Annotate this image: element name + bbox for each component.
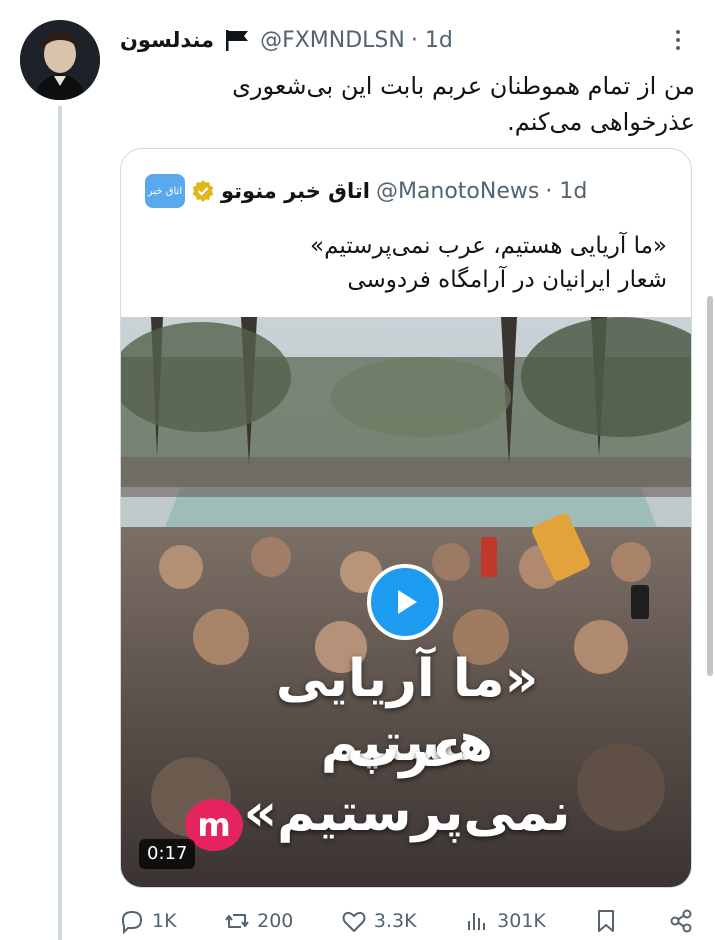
quoted-text-line: شعار ایرانیان در آرامگاه فردوسی bbox=[347, 267, 667, 293]
video-overlay-line: عرب نمی‌پرستیم» bbox=[243, 719, 571, 843]
like-icon bbox=[342, 911, 366, 932]
video-duration: 0:17 bbox=[139, 839, 196, 869]
play-icon[interactable] bbox=[367, 564, 443, 640]
author-name[interactable]: مندلسون bbox=[120, 28, 214, 52]
repost-icon bbox=[225, 914, 249, 928]
quoted-avatar[interactable]: اتاق خبر bbox=[145, 174, 185, 208]
quoted-avatar-text: اتاق خبر bbox=[147, 185, 183, 197]
quoted-author-name: اتاق خبر منوتو bbox=[221, 179, 370, 203]
flag-icon bbox=[224, 29, 250, 51]
tweet-text-line: من از تمام هموطنان عربم بابت این بی‌شعور… bbox=[232, 72, 695, 100]
quoted-tweet[interactable]: اتاق خبر اتاق خبر منوتو @ManotoNews · 1d… bbox=[120, 148, 692, 888]
more-icon[interactable] bbox=[668, 26, 688, 54]
bookmark-button[interactable] bbox=[592, 907, 620, 935]
tweet-text: من از تمام هموطنان عربم بابت این بی‌شعور… bbox=[118, 68, 695, 140]
verified-icon bbox=[191, 179, 215, 203]
author-handle[interactable]: @FXMNDLSN bbox=[260, 28, 405, 53]
reply-icon bbox=[121, 910, 143, 935]
repost-count: 200 bbox=[257, 910, 294, 932]
bookmark-icon bbox=[598, 910, 615, 932]
quoted-tweet-time: · 1d bbox=[545, 178, 588, 204]
tweet-time[interactable]: · 1d bbox=[411, 28, 453, 53]
views-button[interactable]: 301K bbox=[463, 907, 546, 935]
tweet-header: مندلسون @FXMNDLSN · 1d bbox=[120, 24, 453, 56]
tweet-text-line: عذرخواهی می‌کنم. bbox=[507, 108, 695, 136]
views-count: 301K bbox=[497, 910, 546, 932]
quoted-author-handle: @ManotoNews bbox=[375, 178, 540, 204]
reply-button[interactable]: 1K bbox=[118, 907, 177, 935]
avatar-image bbox=[20, 20, 100, 100]
tweet-actions: 1K 200 3.3K 301K bbox=[118, 904, 695, 938]
avatar[interactable] bbox=[20, 20, 100, 100]
repost-button[interactable]: 200 bbox=[223, 907, 293, 935]
reply-count: 1K bbox=[152, 910, 177, 932]
quoted-tweet-header: اتاق خبر اتاق خبر منوتو @ManotoNews · 1d bbox=[145, 174, 588, 208]
like-count: 3.3K bbox=[373, 910, 417, 932]
video-player[interactable]: «ما آریایی هستیم عرب نمی‌پرستیم» m 0:17 bbox=[121, 317, 691, 887]
share-icon bbox=[670, 909, 692, 933]
like-button[interactable]: 3.3K bbox=[340, 907, 417, 935]
scrollbar[interactable] bbox=[707, 296, 713, 676]
share-button[interactable] bbox=[667, 907, 695, 935]
quoted-tweet-text: «ما آریایی هستیم، عرب نمی‌پرستیم» شعار ا… bbox=[141, 229, 667, 297]
quoted-text-line: «ما آریایی هستیم، عرب نمی‌پرستیم» bbox=[310, 233, 667, 259]
manoto-logo-letter: m bbox=[197, 806, 231, 844]
thread-line bbox=[58, 106, 62, 940]
views-icon bbox=[468, 913, 486, 930]
